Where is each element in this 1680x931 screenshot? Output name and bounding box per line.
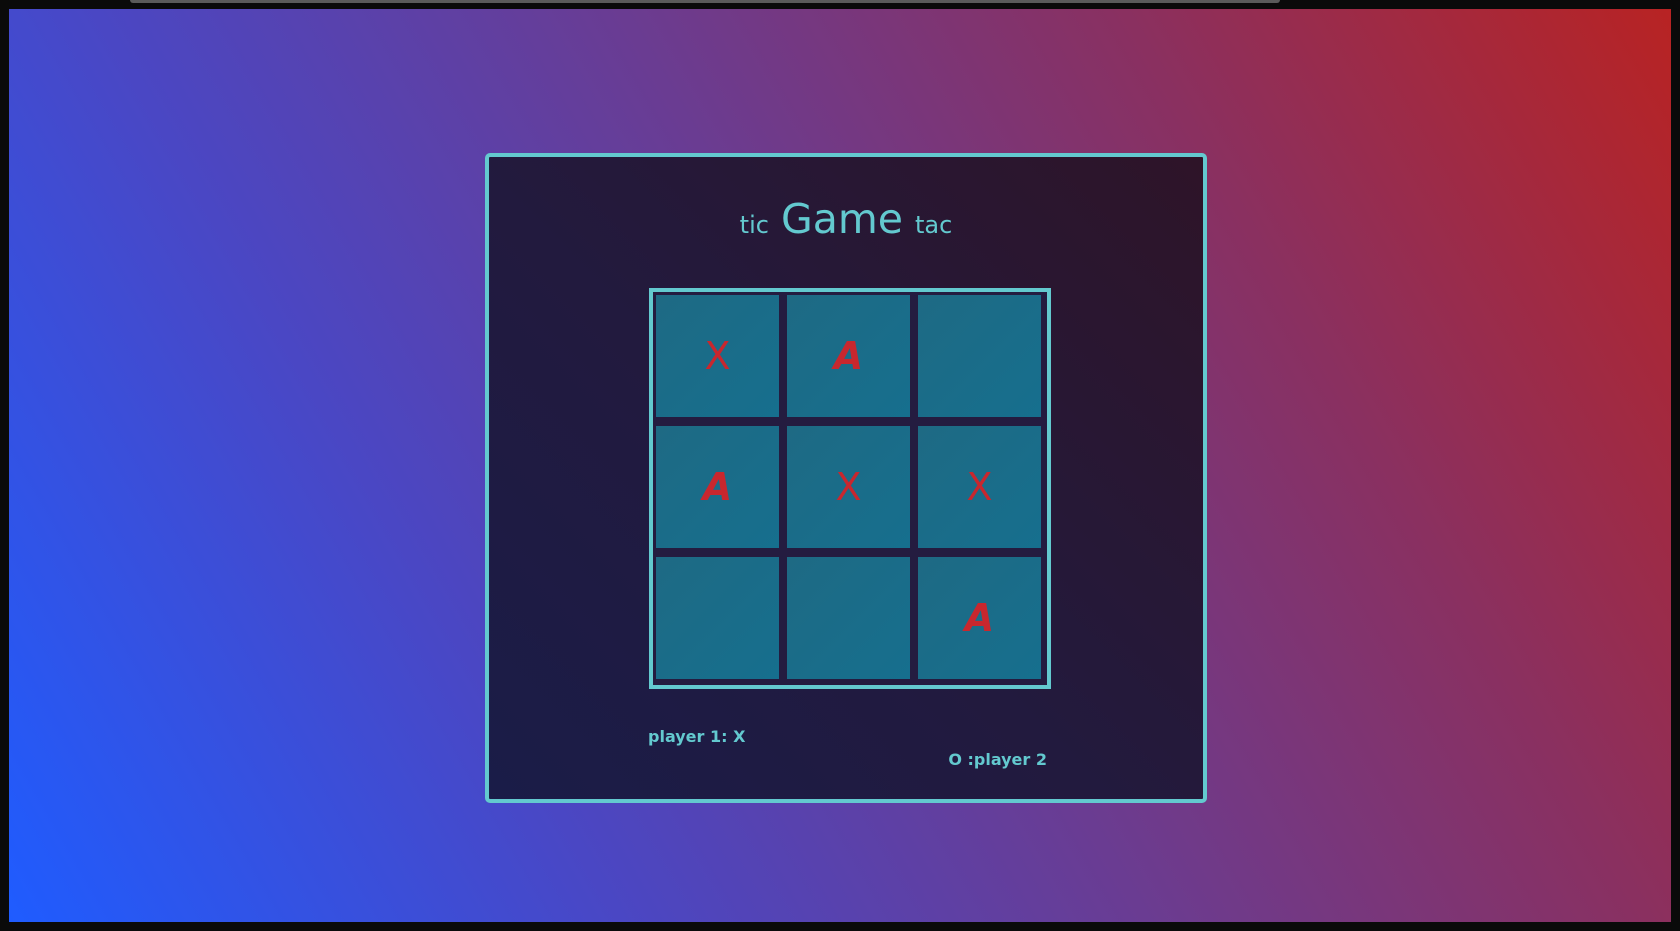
board-cell-2-1[interactable] xyxy=(787,557,910,679)
board-cell-1-0[interactable]: A xyxy=(656,426,779,548)
board-cell-0-2[interactable] xyxy=(918,295,1041,417)
player-two-label: O :player 2 xyxy=(948,750,1047,769)
game-board: X A A X X A xyxy=(649,288,1051,689)
game-title: tic Game tac xyxy=(489,195,1203,243)
game-panel: tic Game tac X A A X X A player 1: X O :pl… xyxy=(485,153,1207,803)
title-main: Game xyxy=(780,195,904,243)
board-cell-2-0[interactable] xyxy=(656,557,779,679)
gradient-background: tic Game tac X A A X X A player 1: X O :pl… xyxy=(9,9,1671,922)
player-one-label: player 1: X xyxy=(648,727,746,746)
title-right: tac xyxy=(915,211,953,239)
board-cell-1-1[interactable]: X xyxy=(787,426,910,548)
board-cell-1-2[interactable]: X xyxy=(918,426,1041,548)
board-cell-0-1[interactable]: A xyxy=(787,295,910,417)
top-strip xyxy=(130,0,1280,3)
board-cell-2-2[interactable]: A xyxy=(918,557,1041,679)
title-left: tic xyxy=(739,211,769,239)
browser-top-bar xyxy=(0,0,1680,9)
board-cell-0-0[interactable]: X xyxy=(656,295,779,417)
